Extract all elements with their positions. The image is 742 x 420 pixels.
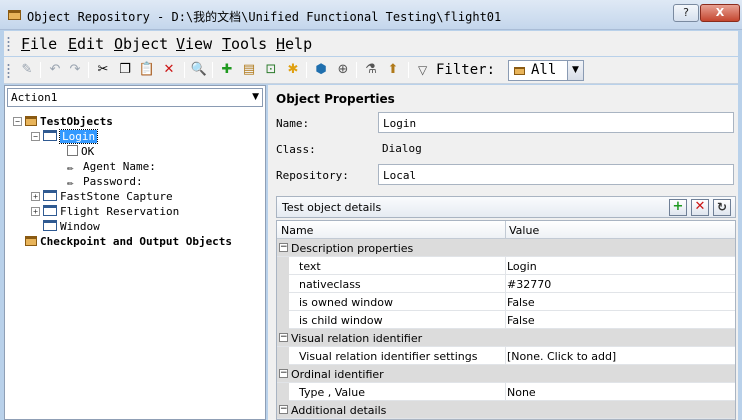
menu-object[interactable]: Object	[114, 35, 168, 53]
button-icon	[67, 145, 78, 156]
target-icon[interactable]: ⊕	[334, 61, 352, 79]
object-tree-pane: Action1 ▼ − TestObjects − Login OK ✏ Agent …	[4, 85, 266, 420]
filter-select[interactable]: All ▼	[508, 60, 584, 81]
spy-icon[interactable]: ✱	[284, 61, 302, 79]
collapse-icon[interactable]: −	[279, 405, 288, 414]
class-row: Class: Dialog	[276, 138, 736, 160]
test-object-details-header: Test object details + ✕ ↻	[276, 196, 736, 218]
menu-view[interactable]: View	[176, 35, 212, 53]
repository-icon	[25, 236, 37, 246]
collapse-icon[interactable]: −	[279, 333, 288, 342]
repository-icon	[25, 116, 37, 126]
collapse-icon[interactable]: −	[31, 132, 40, 141]
toolbar: ✎ ↶ ↷ ✂ ❐ 📋 ✕ 🔍 ✚ ▤ ⊡ ✱ ⬢ ⊕ ⚗ ⬆ ▽ Filter…	[4, 57, 738, 84]
select-objects-icon[interactable]: ✎	[18, 61, 36, 79]
cube-icon[interactable]: ⬢	[312, 61, 330, 79]
edit-field-icon: ✏	[67, 161, 74, 174]
window-icon	[43, 205, 57, 216]
tree-node-ok[interactable]: OK	[67, 145, 94, 160]
category-row[interactable]: − Additional details	[277, 401, 735, 419]
filter-label: Filter:	[436, 62, 496, 78]
collapse-icon[interactable]: −	[13, 117, 22, 126]
property-row[interactable]: is child window False	[277, 311, 735, 329]
redo-icon[interactable]: ↷	[66, 61, 84, 79]
collapse-icon[interactable]: −	[279, 243, 288, 252]
delete-icon[interactable]: ✕	[160, 61, 178, 79]
name-label: Name:	[276, 117, 310, 130]
action-select-value: Action1	[11, 91, 58, 104]
tree-node-checkpoint-output[interactable]: Checkpoint and Output Objects	[25, 235, 232, 250]
category-row[interactable]: − Description properties	[277, 239, 735, 257]
add-property-button[interactable]: +	[669, 199, 687, 216]
undo-icon[interactable]: ↶	[46, 61, 64, 79]
test-object-details-grid: Name Value − Description properties text…	[276, 220, 736, 420]
close-button[interactable]: X	[700, 4, 740, 22]
chest-icon	[514, 67, 525, 75]
grid-header: Name Value	[277, 221, 735, 239]
menu-file[interactable]: File	[21, 35, 57, 53]
associate-icon[interactable]: ⚗	[362, 61, 380, 79]
cut-icon[interactable]: ✂	[94, 61, 112, 79]
menu-bar: File Edit Object View Tools Help	[4, 31, 738, 56]
window-icon	[43, 190, 57, 201]
window-icon	[43, 220, 57, 231]
add-objects-icon[interactable]: ✚	[218, 61, 236, 79]
column-header-name[interactable]: Name	[281, 224, 313, 237]
class-value: Dialog	[382, 142, 422, 155]
object-repository-icon	[8, 10, 21, 20]
property-row[interactable]: nativeclass #32770	[277, 275, 735, 293]
repository-label: Repository:	[276, 169, 349, 182]
chevron-down-icon[interactable]: ▼	[252, 92, 259, 102]
property-row[interactable]: Visual relation identifier settings [None…	[277, 347, 735, 365]
tree-node-agent-name[interactable]: ✏ Agent Name:	[67, 160, 156, 175]
paste-icon[interactable]: 📋	[138, 61, 156, 79]
chevron-down-icon[interactable]: ▼	[567, 61, 583, 80]
tree-node-login[interactable]: − Login	[31, 129, 99, 145]
find-icon[interactable]: 🔍	[190, 61, 208, 79]
name-row: Name: Login	[276, 112, 736, 134]
category-row[interactable]: − Ordinal identifier	[277, 365, 735, 383]
help-button[interactable]: ?	[673, 4, 699, 22]
tree-node-flight-reservation[interactable]: + Flight Reservation	[31, 205, 179, 220]
name-field[interactable]: Login	[378, 112, 734, 133]
tree-node-faststone-capture[interactable]: + FastStone Capture	[31, 190, 173, 205]
export-icon[interactable]: ⬆	[384, 61, 402, 79]
tree-node-password[interactable]: ✏ Password:	[67, 175, 143, 190]
highlight-icon[interactable]: ⊡	[262, 61, 280, 79]
menu-tools[interactable]: Tools	[222, 35, 267, 53]
expand-icon[interactable]: +	[31, 207, 40, 216]
refresh-icon[interactable]: ↻	[713, 199, 731, 216]
expand-icon[interactable]: +	[31, 192, 40, 201]
property-row[interactable]: Type , Value None	[277, 383, 735, 401]
title-bar: Object Repository - D:\我的文档\Unified Func…	[0, 0, 742, 30]
property-row[interactable]: text Login	[277, 257, 735, 275]
copy-icon[interactable]: ❐	[116, 61, 134, 79]
remove-property-button[interactable]: ✕	[691, 199, 709, 216]
menu-help[interactable]: Help	[276, 35, 312, 53]
filter-value: All	[531, 62, 557, 78]
window-title: Object Repository - D:\我的文档\Unified Func…	[27, 10, 502, 24]
object-properties-title: Object Properties	[276, 92, 395, 106]
object-properties-pane: Object Properties Name: Login Class: Dia…	[268, 85, 738, 420]
menu-grip-handle[interactable]	[7, 36, 10, 52]
action-select[interactable]: Action1 ▼	[7, 88, 263, 107]
class-label: Class:	[276, 143, 316, 156]
menu-edit[interactable]: Edit	[68, 35, 104, 53]
column-header-value[interactable]: Value	[509, 224, 539, 237]
dialog-icon	[43, 130, 57, 141]
filter-icon: ▽	[418, 63, 428, 77]
property-row[interactable]: is owned window False	[277, 293, 735, 311]
tree-node-window[interactable]: Window	[43, 220, 100, 235]
collapse-icon[interactable]: −	[279, 369, 288, 378]
edit-field-icon: ✏	[67, 176, 74, 189]
category-row[interactable]: − Visual relation identifier	[277, 329, 735, 347]
add-repository-icon[interactable]: ▤	[240, 61, 258, 79]
tree-node-test-objects[interactable]: − TestObjects	[13, 115, 113, 130]
toolbar-grip-handle[interactable]	[7, 63, 10, 79]
test-object-details-title: Test object details	[282, 201, 382, 214]
repository-field: Local	[378, 164, 734, 185]
repository-row: Repository: Local	[276, 164, 736, 186]
